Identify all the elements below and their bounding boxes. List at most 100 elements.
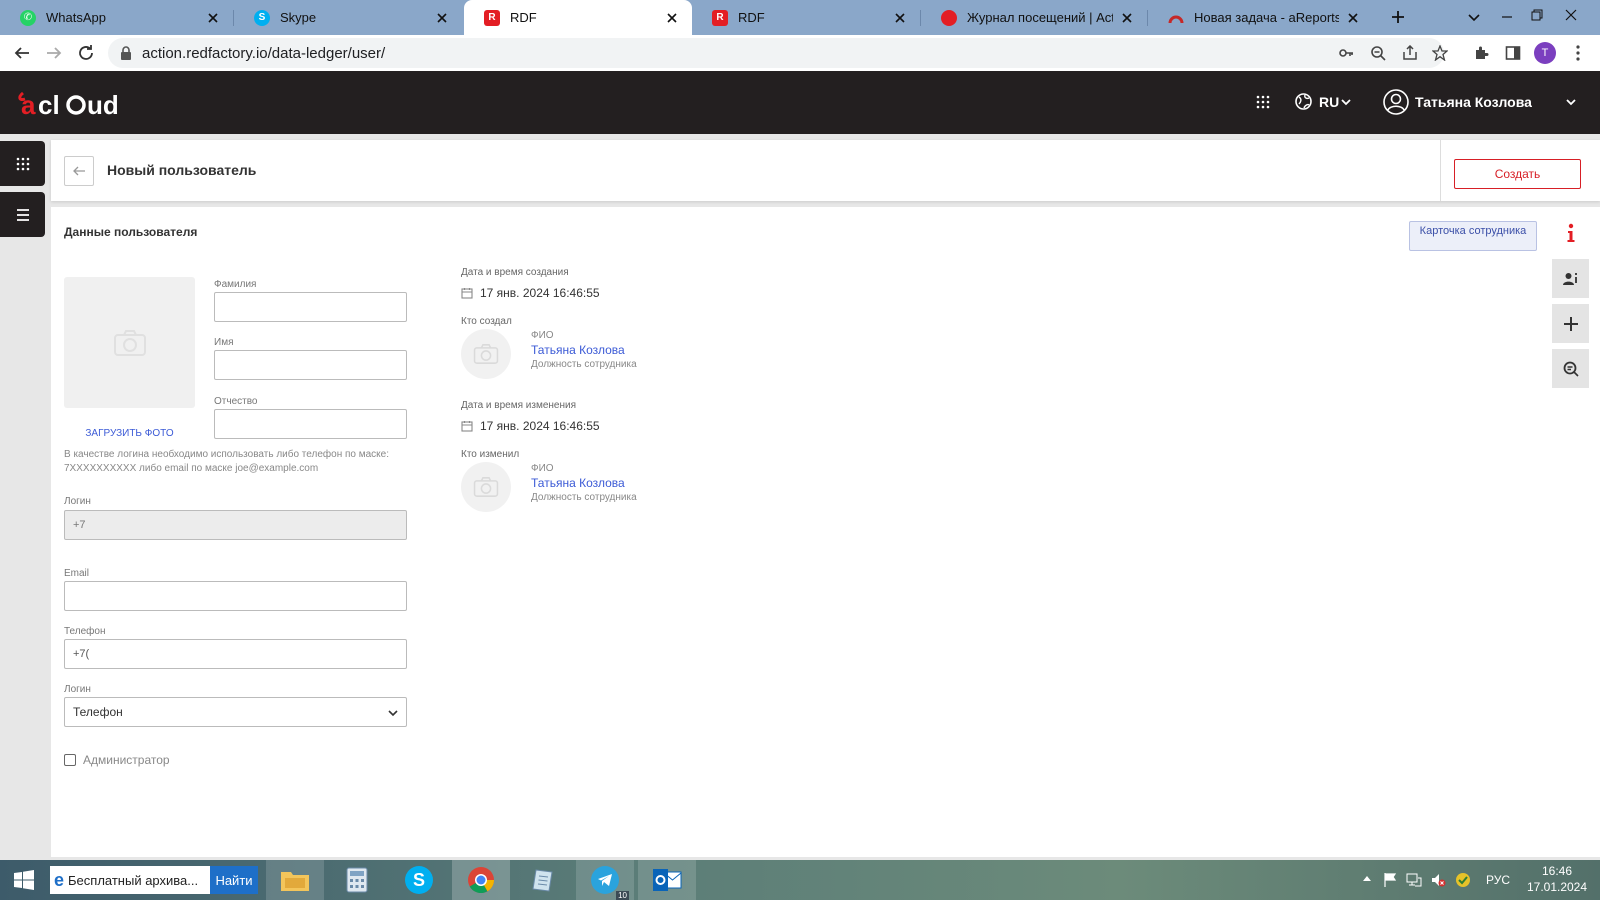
apps-menu-button[interactable] bbox=[0, 141, 45, 186]
modifier-position: Должность сотрудника bbox=[531, 492, 637, 503]
volume-muted-icon[interactable] bbox=[1430, 872, 1446, 888]
restore-button[interactable] bbox=[1522, 0, 1552, 30]
modifier-name-link[interactable]: Татьяна Козлова bbox=[531, 476, 625, 490]
profile-button[interactable]: T bbox=[1533, 41, 1557, 65]
login-label: Логин bbox=[64, 496, 91, 507]
chevron-down-icon bbox=[1566, 99, 1576, 106]
plus-icon bbox=[1563, 316, 1578, 331]
tab-title: WhatsApp bbox=[46, 10, 106, 25]
hamburger-menu-button[interactable] bbox=[0, 192, 45, 237]
notepad-icon bbox=[532, 869, 553, 892]
whatsapp-icon: ✆ bbox=[20, 9, 36, 26]
creator-name-link[interactable]: Татьяна Козлова bbox=[531, 343, 625, 357]
close-icon[interactable] bbox=[664, 10, 680, 26]
new-tab-button[interactable] bbox=[1386, 5, 1410, 29]
taskbar-search-button[interactable]: Найти bbox=[210, 866, 258, 894]
address-bar[interactable]: action.redfactory.io/data-ledger/user/ bbox=[108, 38, 1448, 68]
chevron-down-icon bbox=[1341, 98, 1351, 105]
taskbar-search-input[interactable]: e Бесплатный архива... bbox=[50, 866, 210, 894]
tab-search-button[interactable] bbox=[1462, 5, 1486, 29]
zoom-button[interactable] bbox=[1366, 41, 1390, 65]
tab-new-task[interactable]: Новая задача - aReports - SU bbox=[1148, 0, 1373, 35]
phone-label: Телефон bbox=[64, 626, 106, 637]
tab-visit-log[interactable]: Журнал посещений | Action R bbox=[921, 0, 1147, 35]
user-info-button[interactable] bbox=[1552, 259, 1589, 298]
flag-icon[interactable] bbox=[1383, 872, 1397, 888]
extensions-button[interactable] bbox=[1469, 41, 1493, 65]
tab-rdf-active[interactable]: R RDF bbox=[464, 0, 692, 35]
apps-grid-button[interactable] bbox=[1256, 95, 1270, 109]
user-menu[interactable]: Татьяна Козлова bbox=[1383, 89, 1576, 115]
modified-by-label: Кто изменил bbox=[461, 449, 520, 460]
forward-button[interactable] bbox=[42, 41, 66, 65]
employee-card-button[interactable]: Карточка сотрудника bbox=[1409, 221, 1537, 251]
surname-input[interactable] bbox=[214, 292, 407, 322]
admin-checkbox-row[interactable]: Администратор bbox=[64, 753, 170, 767]
reload-button[interactable] bbox=[74, 41, 98, 65]
skype-app[interactable]: S bbox=[390, 860, 448, 900]
password-key-button[interactable] bbox=[1334, 41, 1358, 65]
taskbar-search-text: Бесплатный архива... bbox=[68, 872, 199, 888]
upload-photo-link[interactable]: ЗАГРУЗИТЬ ФОТО bbox=[64, 428, 195, 439]
name-input[interactable] bbox=[214, 350, 407, 380]
clock-time: 16:46 bbox=[1541, 864, 1573, 878]
info-button[interactable] bbox=[1552, 213, 1589, 252]
star-icon bbox=[1432, 45, 1448, 61]
login-input[interactable]: +7 bbox=[64, 510, 407, 540]
tray-clock[interactable]: 16:46 17.01.2024 bbox=[1526, 863, 1588, 895]
restore-icon bbox=[1531, 9, 1543, 21]
chevron-down-icon bbox=[388, 710, 398, 717]
close-icon[interactable] bbox=[892, 10, 908, 26]
chrome-app[interactable] bbox=[452, 860, 510, 900]
telegram-app[interactable]: 10 bbox=[576, 860, 634, 900]
skype-icon: S bbox=[405, 866, 433, 894]
globe-icon bbox=[1295, 93, 1312, 110]
photo-placeholder[interactable] bbox=[64, 277, 195, 408]
network-icon[interactable] bbox=[1406, 872, 1422, 888]
create-button[interactable]: Создать bbox=[1454, 159, 1581, 189]
tab-skype[interactable]: S Skype bbox=[234, 0, 462, 35]
close-icon bbox=[1565, 9, 1577, 21]
patronymic-input[interactable] bbox=[214, 409, 407, 439]
created-at-value: 17 янв. 2024 16:46:55 bbox=[480, 286, 600, 300]
back-button[interactable] bbox=[10, 41, 34, 65]
url-text: action.redfactory.io/data-ledger/user/ bbox=[142, 44, 386, 62]
user-form-card: Данные пользователя Карточка сотрудника … bbox=[51, 207, 1550, 857]
back-button[interactable] bbox=[64, 156, 94, 186]
modified-at-label: Дата и время изменения bbox=[461, 400, 577, 411]
language-selector[interactable]: RU bbox=[1295, 93, 1351, 110]
close-icon[interactable] bbox=[1345, 10, 1361, 26]
start-button[interactable] bbox=[0, 860, 48, 900]
add-button[interactable] bbox=[1552, 304, 1589, 343]
share-button[interactable] bbox=[1398, 41, 1422, 65]
minimize-button[interactable] bbox=[1492, 0, 1522, 30]
tab-whatsapp[interactable]: ✆ WhatsApp bbox=[0, 0, 233, 35]
phone-input[interactable]: +7( bbox=[64, 639, 407, 669]
telegram-icon: 10 bbox=[591, 866, 629, 900]
divider bbox=[1440, 140, 1441, 201]
svg-text:a: a bbox=[21, 90, 36, 119]
notepad-app[interactable] bbox=[514, 860, 572, 900]
admin-checkbox[interactable] bbox=[64, 754, 76, 766]
bookmark-button[interactable] bbox=[1428, 41, 1452, 65]
logo[interactable]: a cl ud bbox=[17, 87, 127, 119]
browser-menu-button[interactable] bbox=[1566, 41, 1590, 65]
action-icon bbox=[941, 9, 957, 26]
close-icon[interactable] bbox=[434, 10, 450, 26]
outlook-app[interactable] bbox=[638, 860, 696, 900]
search-button[interactable] bbox=[1552, 349, 1589, 388]
tray-expand-button[interactable] bbox=[1362, 874, 1372, 882]
window-close-button[interactable] bbox=[1556, 0, 1586, 30]
explorer-app[interactable] bbox=[266, 860, 324, 900]
close-icon[interactable] bbox=[205, 10, 221, 26]
email-input[interactable] bbox=[64, 581, 407, 611]
tab-rdf[interactable]: R RDF bbox=[692, 0, 920, 35]
login-type-select[interactable]: Телефон bbox=[64, 697, 407, 727]
tray-language[interactable]: РУС bbox=[1486, 873, 1510, 887]
side-panel-button[interactable] bbox=[1501, 41, 1525, 65]
user-info-icon bbox=[1562, 272, 1577, 285]
calculator-app[interactable] bbox=[328, 860, 386, 900]
close-icon[interactable] bbox=[1119, 10, 1135, 26]
security-icon[interactable] bbox=[1455, 872, 1471, 888]
folder-icon bbox=[281, 872, 309, 891]
